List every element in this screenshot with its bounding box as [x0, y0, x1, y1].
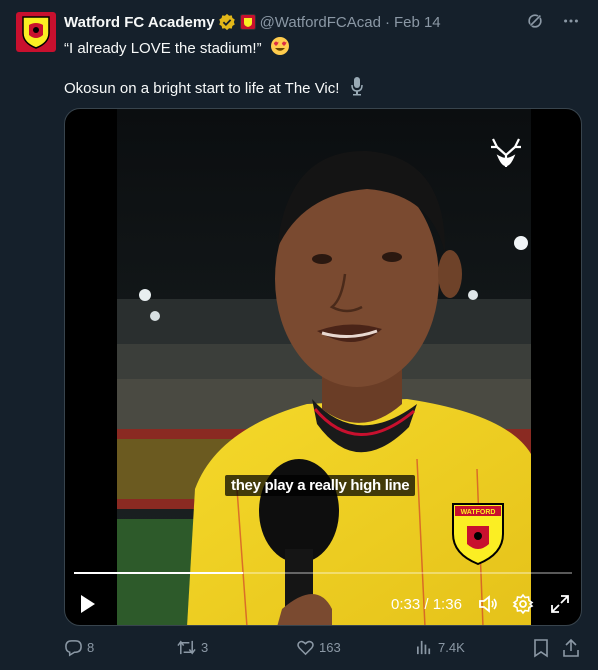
like-count: 163 [319, 640, 341, 655]
verified-badge-icon[interactable] [218, 13, 236, 31]
tweet-actions: 8 3 163 7.4K [64, 638, 582, 658]
video-controls: 0:33 / 1:36 [65, 589, 581, 619]
play-icon[interactable] [79, 593, 97, 615]
shirt-crest-text: WATFORD [461, 509, 496, 516]
repost-icon [177, 640, 196, 655]
watford-crest-icon [22, 16, 50, 49]
progress-bar[interactable] [74, 572, 572, 574]
time-readout: 0:33 / 1:36 [391, 596, 462, 613]
views-button[interactable]: 7.4K [415, 638, 465, 657]
tweet-header: Watford FC Academy @WatfordFCAcad · Feb … [64, 12, 582, 32]
reply-count: 8 [87, 640, 95, 655]
video-caption: they play a really high line [225, 475, 416, 496]
volume-icon[interactable] [477, 593, 499, 615]
reply-icon [65, 640, 82, 657]
tweet-date[interactable]: Feb 14 [394, 14, 441, 31]
video-player[interactable]: WATFORD they play a really high line 0:3… [64, 108, 582, 626]
avatar[interactable] [16, 12, 56, 52]
quote-text: “I already LOVE the stadium!” [64, 40, 262, 57]
separator-dot: · [384, 13, 390, 31]
share-icon[interactable] [562, 638, 580, 658]
affiliate-badge-icon[interactable] [239, 14, 256, 30]
video-still-image: WATFORD [117, 109, 531, 625]
body-text: Okosun on a bright start to life at The … [64, 80, 340, 97]
heart-icon [297, 640, 314, 656]
time-separator: / [424, 596, 429, 613]
header-actions [526, 12, 580, 30]
views-count: 7.4K [438, 640, 465, 655]
fullscreen-icon[interactable] [549, 593, 571, 615]
reply-button[interactable]: 8 [64, 638, 94, 657]
repost-count: 3 [201, 640, 209, 655]
bookmark-icon[interactable] [532, 638, 550, 658]
progress-fill [74, 572, 244, 574]
author-handle[interactable]: @WatfordFCAcad [260, 14, 381, 31]
current-time: 0:33 [391, 596, 421, 613]
video-frame[interactable]: WATFORD [117, 109, 531, 625]
views-chart-icon [416, 640, 431, 655]
duration: 1:36 [432, 596, 462, 613]
tweet-text-line-2: Okosun on a bright start to life at The … [64, 76, 366, 102]
settings-gear-icon[interactable] [512, 593, 534, 615]
repost-button[interactable]: 3 [176, 638, 208, 657]
tweet-text-line-1: “I already LOVE the stadium!” [64, 36, 290, 62]
microphone-emoji-icon [348, 76, 366, 102]
more-icon[interactable] [562, 12, 580, 30]
author-name[interactable]: Watford FC Academy [64, 14, 215, 31]
heart-eyes-emoji-icon [270, 36, 290, 62]
grok-icon[interactable] [526, 12, 544, 30]
like-button[interactable]: 163 [296, 638, 341, 657]
